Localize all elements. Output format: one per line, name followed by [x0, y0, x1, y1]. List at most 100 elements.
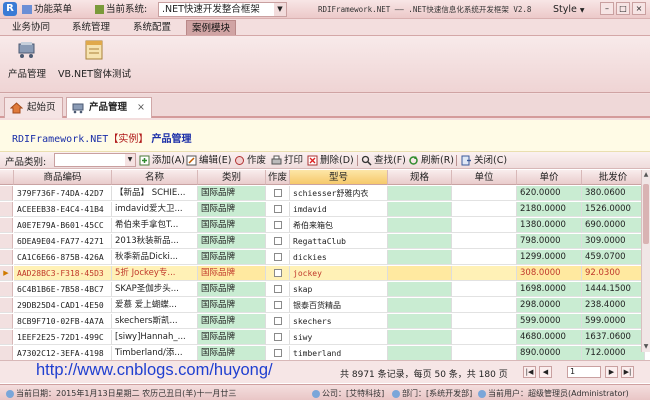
table-cell[interactable]: 爱慕 爱上蝴蝶... — [112, 298, 198, 313]
previous-page-button[interactable]: ◀ — [539, 366, 552, 378]
table-row[interactable]: ▶ AAD28BC3-F318-45D3 5折 Jockey专... 国际品牌 jock… — [0, 266, 645, 281]
system-select[interactable]: .NET快速开发整合框架 ▼ — [158, 2, 287, 17]
table-cell[interactable] — [452, 186, 517, 201]
row-indicator[interactable] — [0, 250, 13, 265]
column-header[interactable]: 名称 — [112, 170, 198, 185]
table-cell[interactable] — [388, 266, 452, 281]
table-cell[interactable] — [266, 250, 290, 265]
table-cell[interactable]: 1380.0000 — [517, 218, 582, 233]
table-cell[interactable] — [266, 330, 290, 345]
table-cell[interactable] — [452, 250, 517, 265]
table-cell[interactable] — [452, 266, 517, 281]
table-cell[interactable]: 银泰百货精品 — [290, 298, 388, 313]
table-cell[interactable] — [388, 298, 452, 313]
table-cell[interactable]: SKAP圣伽步头... — [112, 282, 198, 297]
first-page-button[interactable]: |◀ — [523, 366, 536, 378]
style-menu[interactable]: Style ▼ — [553, 3, 585, 16]
table-cell[interactable]: ACEEEB38-E4C4-41B4 — [14, 202, 112, 217]
void-checkbox[interactable] — [273, 204, 282, 213]
void-checkbox[interactable] — [273, 220, 282, 229]
table-cell[interactable]: 1698.0000 — [517, 282, 582, 297]
edit-button[interactable]: 编辑(E) — [186, 154, 231, 167]
table-cell[interactable]: 379F736F-74DA-42D7 — [14, 186, 112, 201]
table-cell[interactable] — [388, 314, 452, 329]
table-cell[interactable] — [388, 186, 452, 201]
table-cell[interactable] — [266, 298, 290, 313]
table-cell[interactable] — [452, 346, 517, 361]
table-row[interactable]: CA1C6E66-875B-426A 秋季新品Dicki... 国际品牌 dickie… — [0, 250, 645, 265]
row-indicator[interactable] — [0, 186, 13, 201]
table-cell[interactable]: 298.0000 — [517, 298, 582, 313]
row-indicator[interactable] — [0, 298, 13, 313]
table-cell[interactable]: 599.0000 — [517, 314, 582, 329]
last-page-button[interactable]: ▶| — [621, 366, 634, 378]
table-cell[interactable]: imdavid — [290, 202, 388, 217]
table-row[interactable]: 6DEA9E04-FA77-4271 2013秋装新品... 国际品牌 Regatta… — [0, 234, 645, 249]
table-row[interactable]: 29DB25D4-CAD1-4E50 爱慕 爱上蝴蝶... 国际品牌 银泰百货精品 29… — [0, 298, 645, 313]
table-cell[interactable] — [452, 314, 517, 329]
table-cell[interactable] — [388, 346, 452, 361]
table-cell[interactable]: 308.0000 — [517, 266, 582, 281]
table-cell[interactable]: 599.0000 — [582, 314, 645, 329]
table-row[interactable]: A7302C12-3EFA-4198 Timberland/添... 国际品牌 tim… — [0, 346, 645, 361]
column-header[interactable]: 型号 — [290, 170, 388, 185]
table-cell[interactable]: siwy — [290, 330, 388, 345]
table-cell[interactable] — [266, 202, 290, 217]
table-cell[interactable]: 国际品牌 — [198, 282, 266, 297]
next-page-button[interactable]: ▶ — [605, 366, 618, 378]
table-cell[interactable]: jockey — [290, 266, 388, 281]
table-row[interactable]: 8CB9F710-02FB-4A7A skechers斯凯... 国际品牌 skech… — [0, 314, 645, 329]
category-select[interactable]: ▼ — [54, 153, 136, 167]
table-cell[interactable]: imdavid爱大卫... — [112, 202, 198, 217]
maximize-button[interactable]: □ — [616, 2, 630, 15]
blog-url-link[interactable]: http://www.cnblogs.com/huyong/ — [36, 361, 273, 380]
add-button[interactable]: 添加(A) — [139, 154, 185, 167]
void-checkbox[interactable] — [273, 284, 282, 293]
table-cell[interactable]: skap — [290, 282, 388, 297]
table-cell[interactable]: dickies — [290, 250, 388, 265]
table-row[interactable]: A0E7E79A-B601-45CC 希伯来手拿包T... 国际品牌 希伯来箱包 138… — [0, 218, 645, 233]
scroll-up-icon[interactable]: ▲ — [642, 170, 650, 180]
row-indicator[interactable] — [0, 202, 13, 217]
row-indicator[interactable] — [0, 346, 13, 361]
table-cell[interactable]: 620.0000 — [517, 186, 582, 201]
table-cell[interactable]: 国际品牌 — [198, 346, 266, 361]
table-cell[interactable]: 国际品牌 — [198, 250, 266, 265]
refresh-button[interactable]: 刷新(R) — [408, 154, 454, 167]
table-row[interactable]: 1EEF2E25-72D1-499C [siwy]Hannah_... 国际品牌 si… — [0, 330, 645, 345]
delete-button[interactable]: 删除(D) — [307, 154, 354, 167]
table-cell[interactable]: 1EEF2E25-72D1-499C — [14, 330, 112, 345]
void-checkbox[interactable] — [273, 236, 282, 245]
table-cell[interactable]: 890.0000 — [517, 346, 582, 361]
column-header[interactable]: 作废 — [266, 170, 290, 185]
table-cell[interactable] — [266, 346, 290, 361]
table-cell[interactable]: 6C4B1B6E-7B58-4BC7 — [14, 282, 112, 297]
table-cell[interactable] — [266, 234, 290, 249]
table-cell[interactable]: 国际品牌 — [198, 234, 266, 249]
table-cell[interactable]: [siwy]Hannah_... — [112, 330, 198, 345]
tab-system-management[interactable]: 系统管理 — [67, 20, 115, 35]
vertical-scrollbar[interactable]: ▲ ▼ — [641, 170, 650, 352]
table-cell[interactable] — [388, 218, 452, 233]
table-cell[interactable] — [266, 266, 290, 281]
table-cell[interactable]: 4680.0000 — [517, 330, 582, 345]
table-cell[interactable]: 92.0300 — [582, 266, 645, 281]
function-menu-button[interactable]: 功能菜单 — [22, 3, 72, 16]
table-cell[interactable] — [266, 314, 290, 329]
table-cell[interactable]: schiesser舒雅内衣 — [290, 186, 388, 201]
tab-system-config[interactable]: 系统配置 — [128, 20, 176, 35]
table-cell[interactable]: 1444.1500 — [582, 282, 645, 297]
column-header[interactable]: 商品编码 — [14, 170, 112, 185]
table-cell[interactable]: 309.0000 — [582, 234, 645, 249]
table-cell[interactable]: timberland — [290, 346, 388, 361]
row-indicator[interactable] — [0, 234, 13, 249]
tab-business[interactable]: 业务协同 — [7, 20, 55, 35]
table-cell[interactable]: 1637.0600 — [582, 330, 645, 345]
void-checkbox[interactable] — [273, 332, 282, 341]
table-cell[interactable] — [452, 202, 517, 217]
table-cell[interactable] — [266, 186, 290, 201]
table-cell[interactable]: RegattaClub — [290, 234, 388, 249]
table-cell[interactable]: 国际品牌 — [198, 202, 266, 217]
table-cell[interactable] — [452, 298, 517, 313]
product-management-ribbon-button[interactable]: 产品管理 — [8, 39, 46, 80]
